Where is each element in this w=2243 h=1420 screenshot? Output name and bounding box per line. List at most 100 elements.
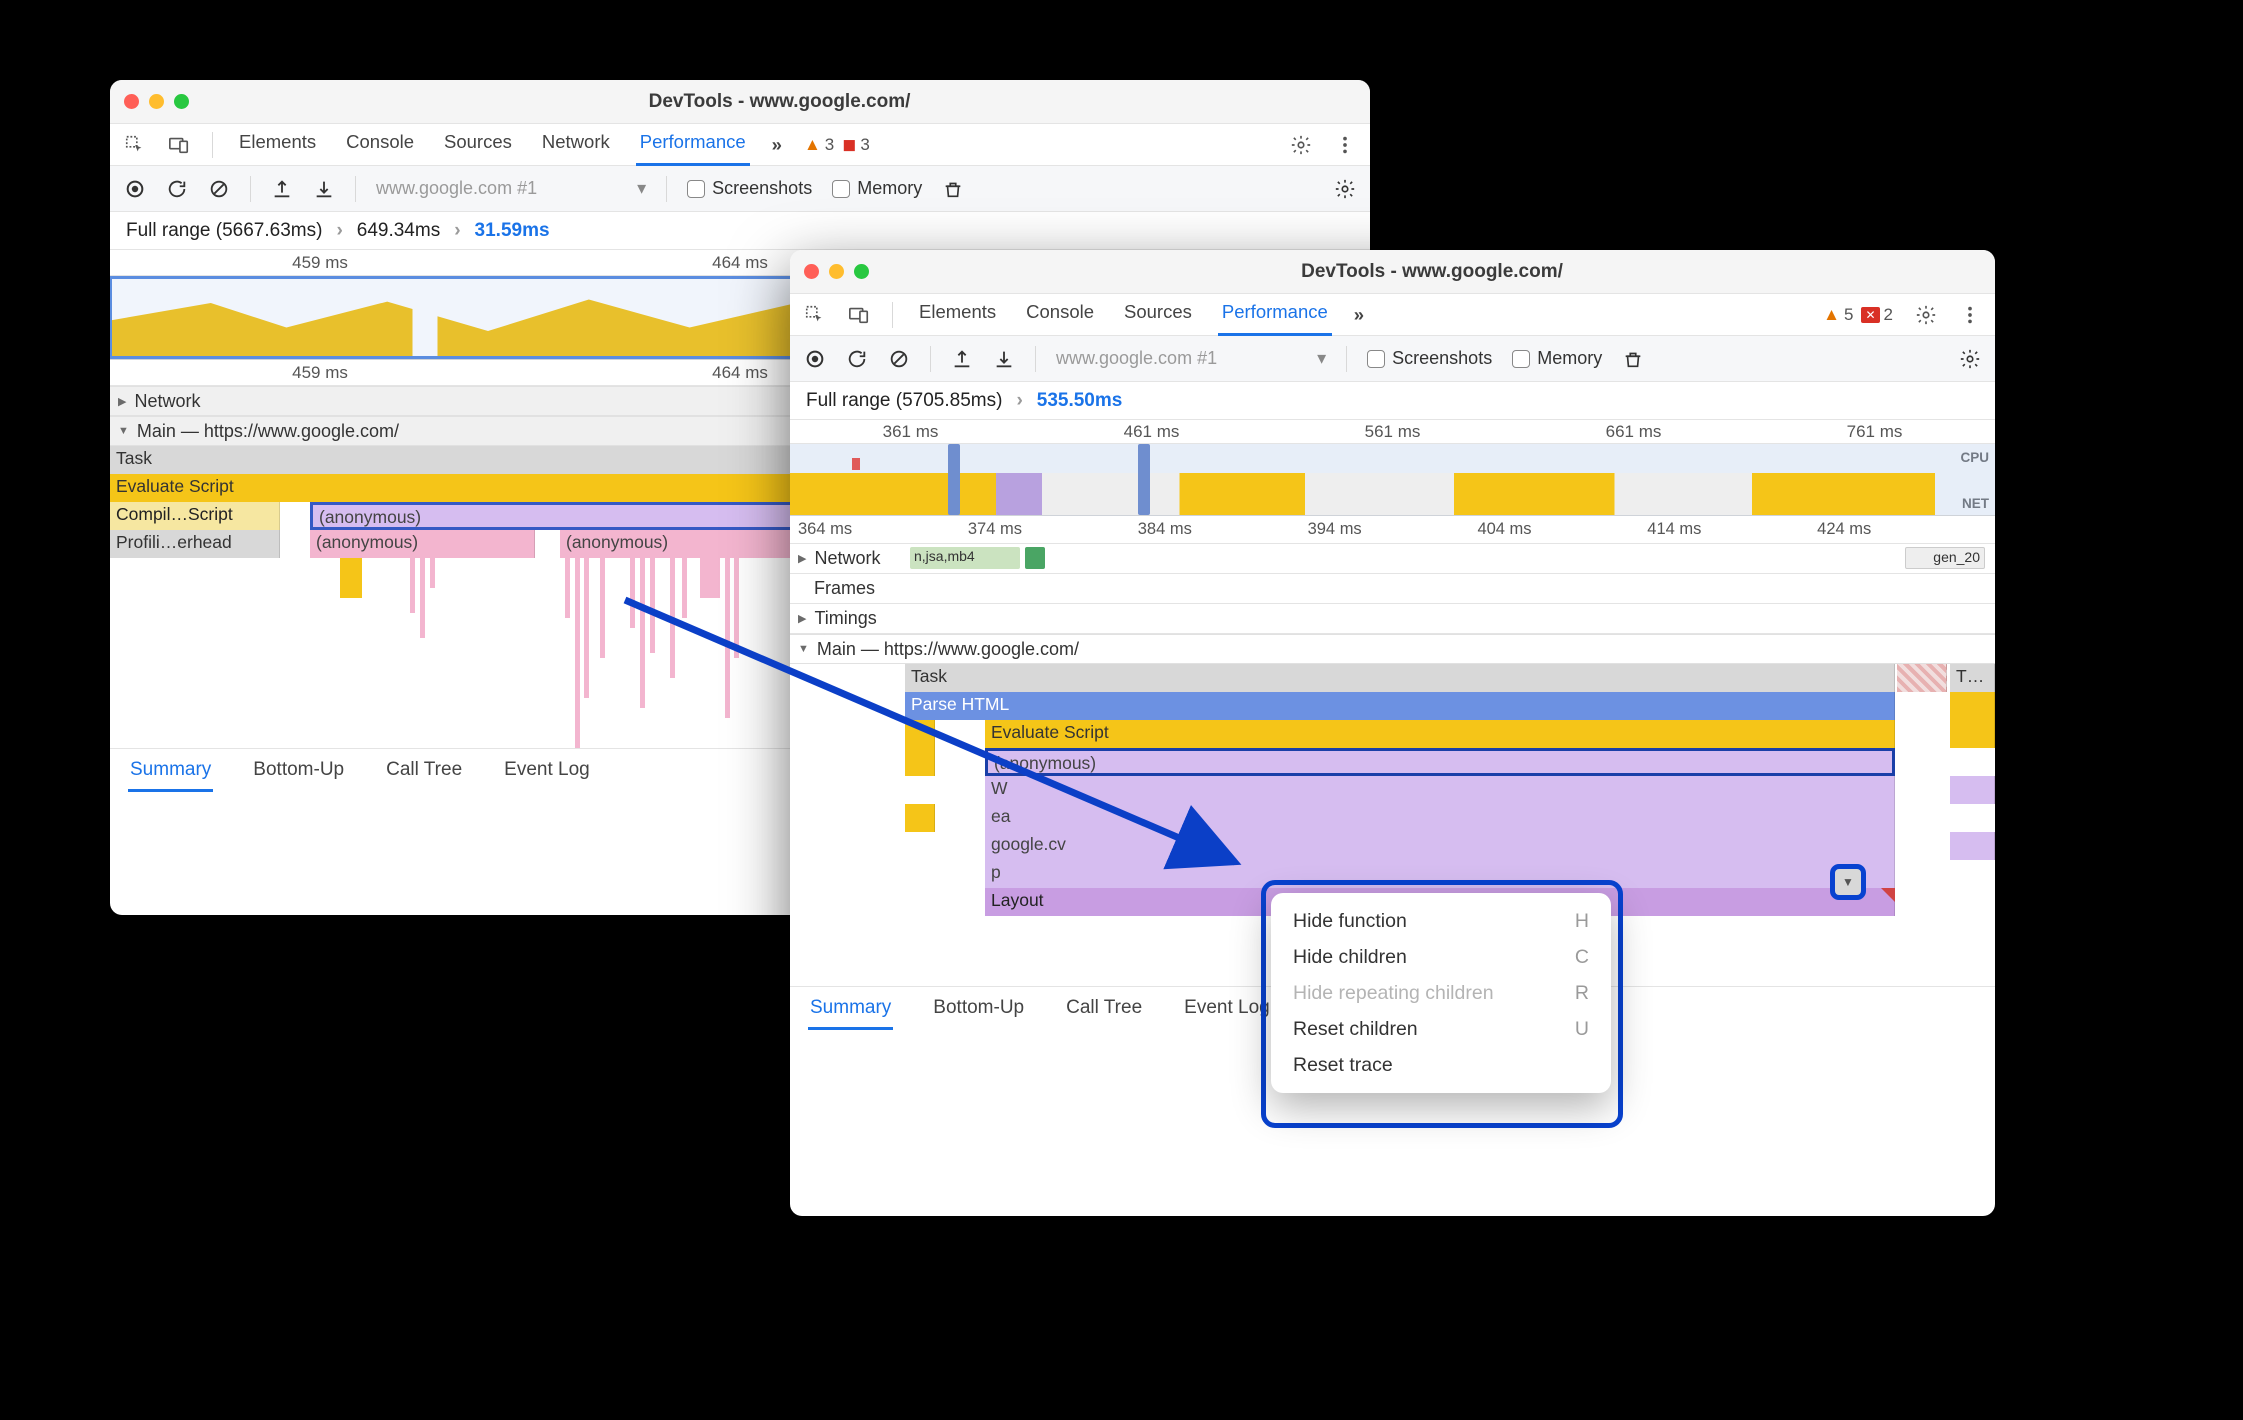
flame-anonymous[interactable]: (anonymous) xyxy=(310,530,535,558)
flame-google-cv[interactable]: google.cv xyxy=(985,832,1895,860)
upload-icon[interactable] xyxy=(271,178,293,200)
menu-reset-trace[interactable]: Reset trace xyxy=(1271,1047,1611,1083)
flame-parse-html[interactable]: Parse HTML xyxy=(905,692,1895,720)
memory-checkbox[interactable]: Memory xyxy=(832,178,922,199)
flame-profiling-overhead[interactable]: Profili…erhead xyxy=(110,530,280,558)
settings-icon[interactable] xyxy=(1290,134,1312,156)
tab-console[interactable]: Console xyxy=(1022,293,1098,336)
flame-w[interactable]: W xyxy=(985,776,1895,804)
more-tabs-icon[interactable]: » xyxy=(1354,304,1364,326)
flame-segment[interactable] xyxy=(1950,720,1995,748)
kebab-menu-icon[interactable] xyxy=(1959,304,1981,326)
crumb-level-1[interactable]: 649.34ms xyxy=(357,220,440,242)
flame-long-task[interactable] xyxy=(1897,664,1947,692)
flame-segment[interactable] xyxy=(1950,776,1995,804)
upload-icon[interactable] xyxy=(951,348,973,370)
issue-counts[interactable]: ▲3 ◼3 xyxy=(804,135,870,155)
flame-segment[interactable] xyxy=(1950,692,1995,720)
devtools-tabbar: Elements Console Sources Network Perform… xyxy=(110,124,1370,166)
tab-bottom-up[interactable]: Bottom-Up xyxy=(251,750,346,792)
warning-icon: ▲ xyxy=(804,135,821,155)
clear-icon[interactable] xyxy=(208,178,230,200)
panel-settings-icon[interactable] xyxy=(1334,178,1356,200)
network-request-chip[interactable] xyxy=(1025,547,1045,569)
flame-task[interactable]: Task xyxy=(905,664,1895,692)
flame-compile-script[interactable]: Compil…Script xyxy=(110,502,280,530)
tab-elements[interactable]: Elements xyxy=(235,123,320,166)
tab-console[interactable]: Console xyxy=(342,123,418,166)
flame-segment[interactable] xyxy=(905,804,935,832)
download-icon[interactable] xyxy=(313,178,335,200)
tab-summary[interactable]: Summary xyxy=(128,750,213,792)
ruler-tick: 661 ms xyxy=(1513,422,1754,442)
record-icon[interactable] xyxy=(124,178,146,200)
section-frames[interactable]: Frames xyxy=(790,574,1995,604)
crumb-full-range[interactable]: Full range (5705.85ms) xyxy=(806,390,1002,412)
tab-sources[interactable]: Sources xyxy=(1120,293,1196,336)
recording-dropdown[interactable]: www.google.com #1 ▾ xyxy=(376,178,646,199)
clear-icon[interactable] xyxy=(888,348,910,370)
flame-p[interactable]: p xyxy=(985,860,1895,888)
range-handle-left[interactable] xyxy=(948,444,960,515)
close-window-icon[interactable] xyxy=(804,264,819,279)
memory-checkbox[interactable]: Memory xyxy=(1512,348,1602,369)
more-tabs-icon[interactable]: » xyxy=(772,134,782,156)
reload-record-icon[interactable] xyxy=(166,178,188,200)
recording-dropdown[interactable]: www.google.com #1 ▾ xyxy=(1056,348,1326,369)
tab-call-tree[interactable]: Call Tree xyxy=(1064,988,1144,1030)
screenshots-checkbox[interactable]: Screenshots xyxy=(1367,348,1492,369)
crumb-full-range[interactable]: Full range (5667.63ms) xyxy=(126,220,322,242)
tab-performance[interactable]: Performance xyxy=(1218,293,1332,336)
range-handle-right[interactable] xyxy=(1138,444,1150,515)
menu-hide-function[interactable]: Hide functionH xyxy=(1271,903,1611,939)
tab-elements[interactable]: Elements xyxy=(915,293,1000,336)
crumb-current[interactable]: 31.59ms xyxy=(475,220,550,242)
tab-summary[interactable]: Summary xyxy=(808,988,893,1030)
flame-task-short[interactable]: T… xyxy=(1950,664,1995,692)
flame-anonymous-selected[interactable]: (anonymous) xyxy=(985,748,1895,776)
gc-icon[interactable] xyxy=(942,178,964,200)
section-network[interactable]: ▶ Network n,jsa,mb4 gen_20 xyxy=(790,544,1995,574)
record-icon[interactable] xyxy=(804,348,826,370)
highlight-ring-entry-dropdown[interactable]: ▼ xyxy=(1830,864,1866,900)
zoom-window-icon[interactable] xyxy=(854,264,869,279)
flame-evaluate-script[interactable]: Evaluate Script xyxy=(985,720,1895,748)
network-request-chip[interactable]: n,jsa,mb4 xyxy=(910,547,1020,569)
minimize-window-icon[interactable] xyxy=(149,94,164,109)
close-window-icon[interactable] xyxy=(124,94,139,109)
flame-segment[interactable] xyxy=(905,720,935,748)
tab-bottom-up[interactable]: Bottom-Up xyxy=(931,988,1026,1030)
minimize-window-icon[interactable] xyxy=(829,264,844,279)
zoom-window-icon[interactable] xyxy=(174,94,189,109)
menu-hide-children[interactable]: Hide childrenC xyxy=(1271,939,1611,975)
gc-icon[interactable] xyxy=(1622,348,1644,370)
crumb-current[interactable]: 535.50ms xyxy=(1037,390,1123,412)
section-timings[interactable]: ▶Timings xyxy=(790,604,1995,634)
panel-settings-icon[interactable] xyxy=(1959,348,1981,370)
inspect-element-icon[interactable] xyxy=(124,134,146,156)
flame-segment[interactable] xyxy=(905,748,935,776)
issue-counts[interactable]: ▲5 ✕2 xyxy=(1823,305,1893,325)
tab-event-log[interactable]: Event Log xyxy=(502,750,592,792)
download-icon[interactable] xyxy=(993,348,1015,370)
screenshots-checkbox[interactable]: Screenshots xyxy=(687,178,812,199)
cpu-overview[interactable]: CPU NET xyxy=(790,444,1995,516)
network-request-chip[interactable]: gen_20 xyxy=(1905,547,1985,569)
flame-segment[interactable] xyxy=(1950,832,1995,860)
tab-event-log[interactable]: Event Log xyxy=(1182,988,1272,1030)
reload-record-icon[interactable] xyxy=(846,348,868,370)
menu-reset-children[interactable]: Reset childrenU xyxy=(1271,1011,1611,1047)
section-main[interactable]: ▼Main — https://www.google.com/ xyxy=(790,634,1995,664)
kebab-menu-icon[interactable] xyxy=(1334,134,1356,156)
tab-sources[interactable]: Sources xyxy=(440,123,516,166)
device-toolbar-icon[interactable] xyxy=(848,304,870,326)
section-label: Network xyxy=(134,391,200,412)
settings-icon[interactable] xyxy=(1915,304,1937,326)
device-toolbar-icon[interactable] xyxy=(168,134,190,156)
tab-performance[interactable]: Performance xyxy=(636,123,750,166)
inspect-element-icon[interactable] xyxy=(804,304,826,326)
flame-ea[interactable]: ea xyxy=(985,804,1895,832)
tab-network[interactable]: Network xyxy=(538,123,614,166)
tab-call-tree[interactable]: Call Tree xyxy=(384,750,464,792)
ruler-tick: 404 ms xyxy=(1477,520,1647,539)
